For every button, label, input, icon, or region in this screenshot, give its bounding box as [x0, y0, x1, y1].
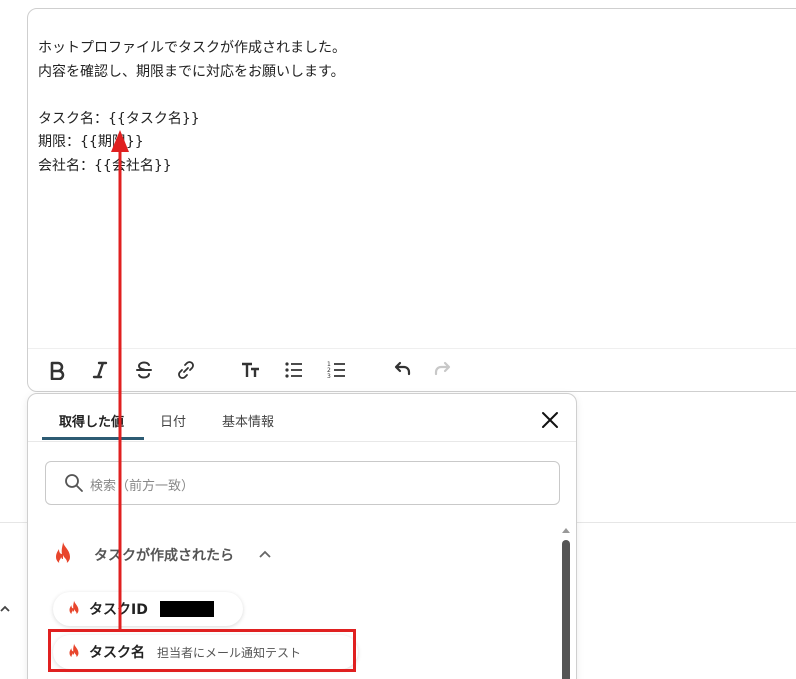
search-icon: [65, 474, 83, 492]
redacted-value: [159, 601, 214, 617]
active-tab-indicator: [42, 437, 144, 440]
text-size-icon[interactable]: [239, 359, 261, 381]
bullet-list-icon[interactable]: [283, 359, 305, 381]
tab-date[interactable]: 日付: [160, 411, 186, 430]
strikethrough-icon[interactable]: [133, 359, 155, 381]
editor-line: 内容を確認し、期限までに対応をお願いします。: [38, 63, 345, 80]
editor-line: ホットプロファイルでタスクが作成されました。: [38, 40, 346, 56]
tabs-divider: [28, 441, 576, 442]
editor-content[interactable]: ホットプロファイルでタスクが作成されました。 内容を確認し、期限までに対応をお願…: [38, 37, 346, 178]
section-title[interactable]: タスクが作成されたら: [94, 545, 234, 565]
variable-name: タスクID: [89, 602, 148, 618]
scroll-up-icon[interactable]: [561, 526, 571, 534]
hotprofile-flame-icon: [69, 600, 79, 617]
search-input[interactable]: 検索（前方一致）: [45, 461, 560, 505]
close-icon[interactable]: [539, 409, 561, 431]
variable-item-task-id[interactable]: タスクID: [53, 592, 243, 626]
hotprofile-flame-icon: [56, 542, 70, 566]
editor-line: 期限：{{期限}}: [38, 134, 144, 150]
bold-icon[interactable]: [46, 359, 68, 381]
svg-text:3: 3: [327, 373, 331, 380]
message-editor[interactable]: ホットプロファイルでタスクが作成されました。 内容を確認し、期限までに対応をお願…: [27, 8, 796, 392]
link-icon[interactable]: [175, 359, 197, 381]
toolbar-divider: [28, 348, 796, 349]
editor-line: タスク名：{{タスク名}}: [38, 110, 200, 127]
highlight-box: [48, 629, 356, 672]
redo-icon: [433, 359, 455, 381]
editor-line: 会社名：{{会社名}}: [38, 157, 172, 174]
chevron-up-icon[interactable]: [0, 604, 10, 614]
numbered-list-icon[interactable]: 123: [326, 359, 348, 381]
scrollbar[interactable]: [562, 540, 570, 679]
italic-icon[interactable]: [89, 359, 111, 381]
tab-acquired-values[interactable]: 取得した値: [59, 411, 124, 430]
search-placeholder: 検索（前方一致）: [90, 479, 195, 494]
undo-icon[interactable]: [390, 359, 412, 381]
chevron-up-icon[interactable]: [259, 550, 271, 558]
tab-basic-info[interactable]: 基本情報: [222, 411, 274, 430]
